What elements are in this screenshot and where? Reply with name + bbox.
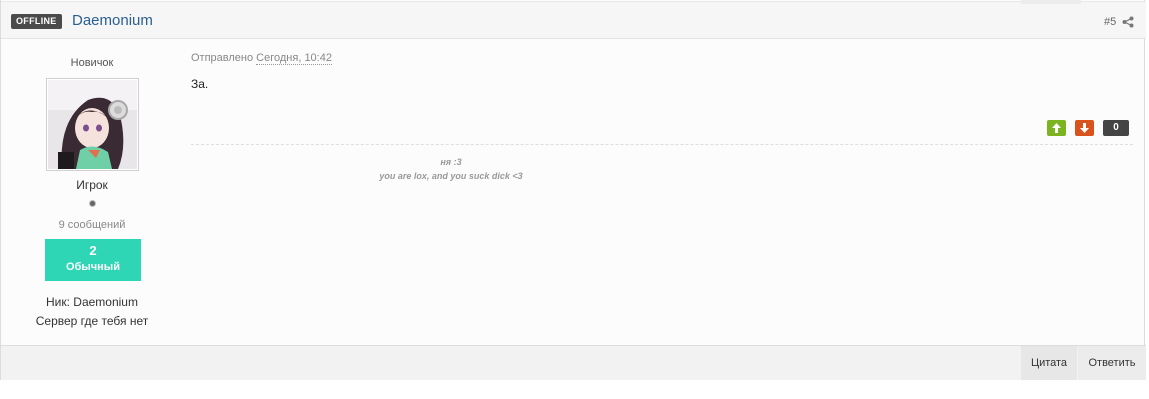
post-date: Сегодня, 10:42	[256, 52, 332, 65]
reputation-label: Обычный	[66, 261, 120, 273]
author-rank: Новичок	[70, 57, 114, 69]
status-badge: OFFLINE	[11, 14, 62, 29]
post-header: OFFLINE Daemonium #5	[1, 0, 1146, 39]
arrow-down-icon	[1080, 123, 1089, 133]
custom-field-nick: Ник: Daemonium	[46, 295, 138, 309]
vote-down-button[interactable]	[1075, 120, 1094, 136]
signature-line-2: you are lox, and you suck dick <3	[379, 171, 523, 181]
reputation-value: 2	[89, 243, 97, 258]
reputation-box: 2 Обычный	[45, 239, 141, 281]
forum-post: OFFLINE Daemonium #5 Новичок Игрок 9 соо…	[0, 0, 1146, 380]
header-tab-decoration	[1021, 0, 1081, 4]
author-name-link[interactable]: Daemonium	[72, 11, 153, 31]
custom-field-server: Сервер где тебя нет	[35, 314, 149, 328]
online-indicator-icon	[89, 200, 96, 207]
post-meta: Отправлено Сегодня, 10:42	[191, 52, 332, 65]
post-number-link[interactable]: #5	[1104, 15, 1116, 29]
arrow-up-icon	[1052, 123, 1061, 133]
vote-count: 0	[1103, 120, 1129, 136]
quote-button[interactable]: Цитата	[1021, 346, 1077, 380]
post-footer: Цитата Ответить	[1, 345, 1146, 380]
author-group: Игрок	[76, 178, 108, 192]
reply-button[interactable]: Ответить	[1078, 346, 1146, 380]
signature-line-1: ня :3	[440, 157, 462, 167]
avatar[interactable]	[46, 78, 139, 171]
post-body: За.	[191, 77, 209, 91]
share-icon[interactable]	[1122, 15, 1134, 28]
avatar-image	[48, 80, 137, 169]
signature-divider	[191, 144, 1133, 145]
author-posts-count: 9 сообщений	[58, 219, 126, 231]
post-meta-prefix: Отправлено	[191, 52, 254, 64]
vote-up-button[interactable]	[1047, 120, 1066, 136]
